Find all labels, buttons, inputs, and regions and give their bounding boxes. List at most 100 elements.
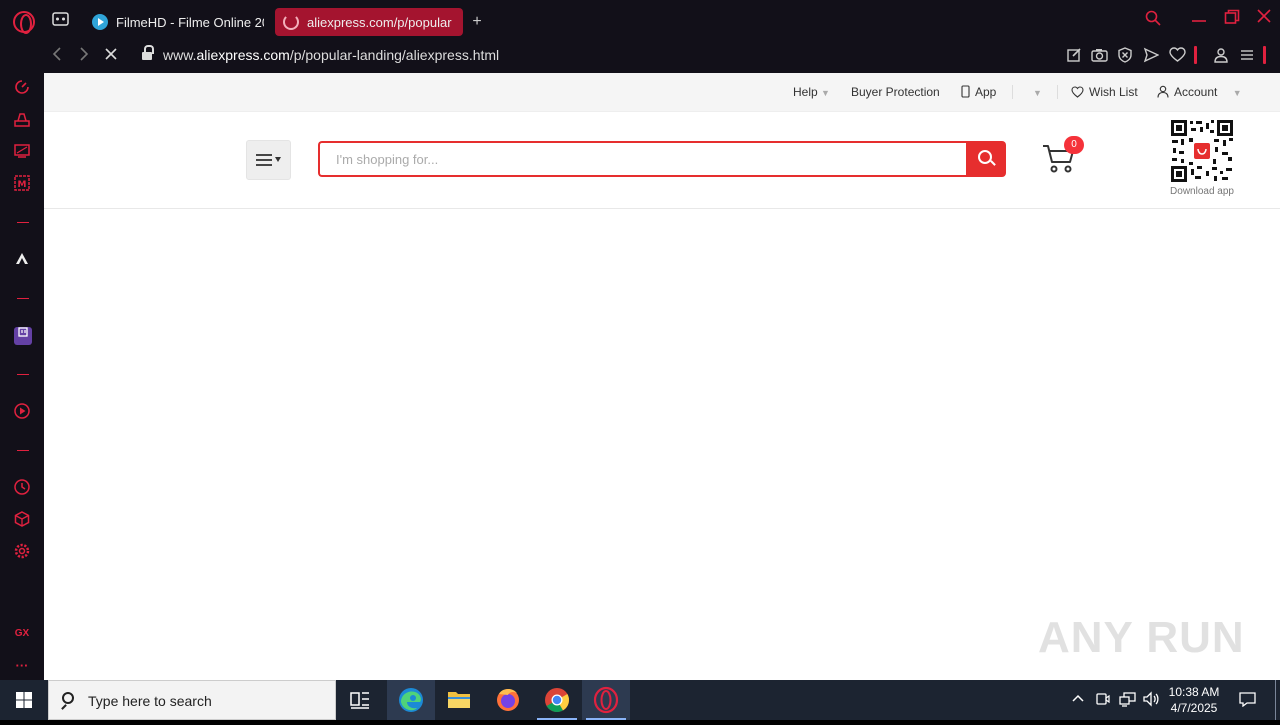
categories-menu-button[interactable] [246,140,291,180]
network-icon[interactable] [1119,691,1136,710]
history-icon[interactable] [12,478,32,498]
heart-icon [1071,86,1084,98]
windows-taskbar: Type here to search 10:38 AM 4/7/2025 [0,680,1280,720]
buyer-protection-link[interactable]: Buyer Protection [851,85,940,99]
download-app-label: Download app [1170,186,1234,197]
close-icon[interactable] [1256,8,1272,29]
qr-code [1170,119,1234,183]
player-icon[interactable] [12,402,32,422]
user-icon [1157,85,1169,98]
tab-bar: FilmeHD - Filme Online 20 aliexpress.com… [0,0,1280,40]
aria-icon[interactable] [12,250,32,270]
clock-date: 4/7/2025 [1170,701,1218,715]
loading-spinner-icon [283,14,299,30]
tab-aliexpress[interactable]: aliexpress.com/p/popular [275,8,463,36]
gx-label[interactable]: GX [0,628,44,639]
taskbar-search-box[interactable]: Type here to search [48,680,336,720]
volume-icon[interactable] [1143,691,1160,710]
status-indicator [1263,46,1266,64]
web-page: Help ▼ Buyer Protection App ▼ Wish List … [44,73,1280,680]
sidebar-more-button[interactable]: ··· [0,658,44,673]
taskbar-firefox[interactable] [484,680,532,720]
gx-control-icon[interactable] [12,110,32,130]
camera-icon[interactable] [1091,47,1108,66]
browser-sidebar: M GX ··· [0,73,44,680]
lock-icon[interactable] [142,45,154,61]
site-header: 0 [44,112,1280,209]
heart-icon[interactable] [1169,47,1186,66]
windows-logo-icon [16,692,32,708]
search-button[interactable] [966,141,1006,177]
url-path: /p/popular-landing/aliexpress.html [289,47,500,63]
taskbar-search-placeholder: Type here to search [88,693,212,709]
taskbar-edge[interactable] [387,680,435,720]
search-input[interactable] [318,141,966,177]
account-menu[interactable]: Account ▼ [1157,85,1242,99]
chevron-down-icon: ▼ [1232,88,1242,98]
hamburger-icon [255,154,281,166]
tab-filmehd[interactable]: FilmeHD - Filme Online 20 [84,8,264,36]
help-label: Help [793,85,818,99]
new-tab-button[interactable]: + [468,13,486,31]
tab-title: aliexpress.com/p/popular [307,14,452,30]
watermark: ANY RUN [1038,613,1245,662]
edge-icon [399,688,423,712]
tab-title: FilmeHD - Filme Online 20 [116,14,264,30]
taskbar-chrome[interactable] [533,680,581,720]
app-link[interactable]: App [961,85,996,99]
extensions-icon[interactable] [12,510,32,530]
taskbar-clock[interactable]: 10:38 AM 4/7/2025 [1164,684,1224,716]
search-icon [62,692,74,704]
minimize-icon[interactable] [1191,10,1207,31]
clock-time: 10:38 AM [1168,685,1220,699]
sidebar-divider [17,298,29,299]
opera-menu-icon[interactable] [13,11,35,34]
restore-icon[interactable] [1224,9,1240,30]
sidebar-divider [17,222,29,223]
start-button[interactable] [0,680,48,720]
taskbar-opera-gx[interactable] [582,680,630,720]
address-bar: www.aliexpress.com/p/popular-landing/ali… [44,40,1280,73]
twitch-icon[interactable] [14,327,32,345]
show-desktop-button[interactable] [1275,680,1276,720]
folder-icon [448,692,470,708]
settings-gear-icon[interactable] [12,542,32,562]
taskbar-file-explorer[interactable] [435,680,483,720]
monitor-icon[interactable] [12,142,32,162]
send-icon[interactable] [1143,47,1160,66]
chevron-down-icon: ▼ [1033,88,1042,98]
speed-dial-icon[interactable] [12,78,32,98]
search-tabs-icon[interactable] [1145,10,1161,31]
meet-now-icon[interactable] [1095,691,1111,710]
stop-loading-button[interactable] [103,46,119,67]
shield-icon[interactable] [1117,47,1133,66]
notifications-icon[interactable] [1239,691,1256,710]
sidebar-divider [17,374,29,375]
back-button[interactable] [50,46,64,67]
firefox-icon [497,688,519,711]
gx-corner-icon[interactable]: M [12,174,32,194]
app-label: App [975,85,997,99]
forward-button[interactable] [77,46,91,67]
wish-list-link[interactable]: Wish List [1071,85,1138,99]
task-view-icon [350,692,369,709]
easy-setup-icon[interactable] [1239,47,1255,66]
task-view-button[interactable] [336,680,384,720]
workspaces-icon[interactable] [52,12,69,29]
url-field[interactable]: www.aliexpress.com/p/popular-landing/ali… [163,47,499,63]
cart-count-badge: 0 [1064,136,1084,154]
play-icon [92,14,108,30]
wish-list-label: Wish List [1089,85,1138,99]
status-indicator [1194,46,1197,64]
nav-divider [1012,85,1013,99]
show-hidden-icons-button[interactable] [1071,691,1085,708]
svg-text:M: M [18,180,27,190]
language-dropdown[interactable]: ▼ [1033,85,1042,99]
opera-gx-icon [593,686,619,714]
help-menu[interactable]: Help ▼ [793,85,830,99]
url-prefix: www. [163,47,197,63]
sidebar-divider [17,450,29,451]
browser-window: FilmeHD - Filme Online 20 aliexpress.com… [0,0,1280,680]
profile-icon[interactable] [1213,47,1229,66]
edit-icon[interactable] [1066,47,1082,66]
